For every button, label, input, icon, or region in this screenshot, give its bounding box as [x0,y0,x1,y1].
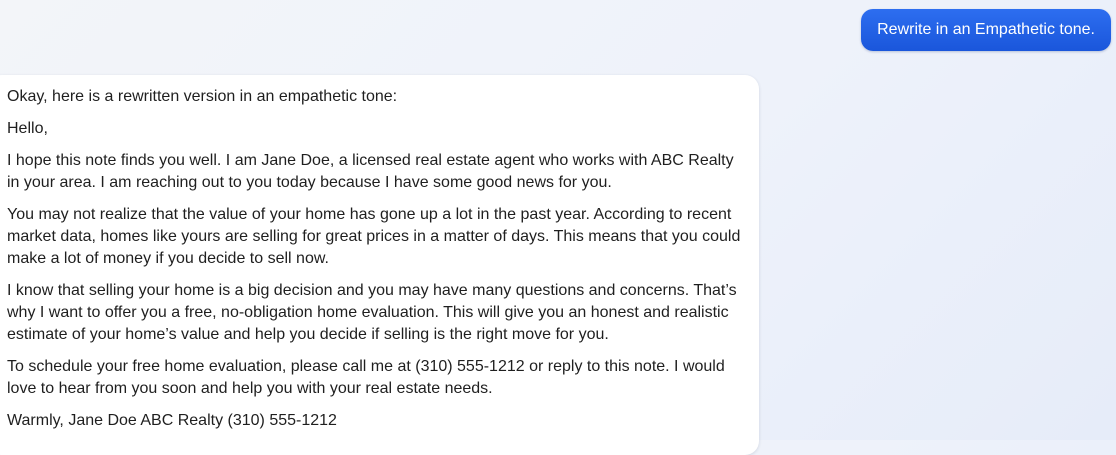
assistant-paragraph-1: I hope this note finds you well. I am Ja… [7,152,734,191]
assistant-intro: Okay, here is a rewritten version in an … [7,88,398,105]
chat-thread: Rewrite in an Empathetic tone. Okay, her… [0,0,1116,455]
assistant-paragraph-2: You may not realize that the value of yo… [7,206,741,267]
assistant-message-bubble: Okay, here is a rewritten version in an … [0,75,759,455]
user-message-text: Rewrite in an Empathetic tone. [877,21,1095,38]
assistant-paragraph-3: I know that selling your home is a big d… [7,282,737,343]
user-message-bubble: Rewrite in an Empathetic tone. [861,9,1111,51]
assistant-closing: Warmly, Jane Doe ABC Realty (310) 555-12… [7,412,337,429]
assistant-paragraph-4: To schedule your free home evaluation, p… [7,358,725,397]
assistant-greeting: Hello, [7,120,48,137]
